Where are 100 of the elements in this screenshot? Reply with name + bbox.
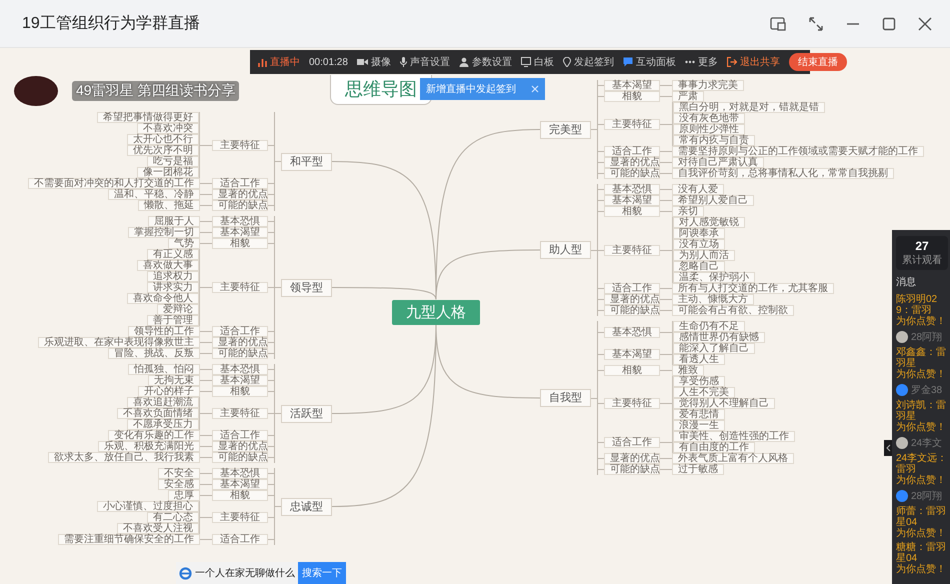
mindmap-node: 觉得别人不理解自己 <box>673 398 775 409</box>
mindmap-node: 过于敏感 <box>672 464 724 475</box>
branch-node: 助人型 <box>540 241 591 259</box>
mindmap-node: 有正义感 <box>147 249 199 260</box>
mindmap-node: 适合工作 <box>212 178 268 189</box>
mindmap-node: 显著的优点 <box>212 441 268 452</box>
mindmap-node: 有二心态 <box>147 512 199 523</box>
search-field[interactable]: 一个人在家无聊做什么 <box>195 566 295 580</box>
presenter-name: 49雷羽星 第四组读书分享 <box>72 81 240 101</box>
mindmap-node: 相貌 <box>212 386 268 397</box>
mindmap-node: 需要注重细节确保安全的工作 <box>58 534 200 545</box>
mindmap-node: 需要坚持原则与公正的工作领域或需要天赋才能的工作 <box>672 146 924 157</box>
location-pin-icon <box>562 57 571 67</box>
avatar <box>896 331 908 343</box>
mindmap-node: 忽略自己 <box>673 261 725 272</box>
search-button[interactable]: 搜索一下 <box>298 562 346 584</box>
mindmap-node: 温柔、保护弱小 <box>673 272 755 283</box>
mindmap-node: 自我评价苛刻，总将事情私人化，常常自我挑剔 <box>672 168 894 179</box>
viewer-name: 28阿翔 <box>911 490 942 503</box>
mindmap-node: 温和、平稳、冷静 <box>108 189 200 200</box>
toolbar-button[interactable]: 声音设置 <box>400 55 450 69</box>
avatar <box>14 76 58 106</box>
chat-heading: 消息 <box>896 276 917 289</box>
mindmap-node: 乐观进取、在家中表现得像救世主 <box>38 337 200 348</box>
mindmap-node: 原则性少弹性 <box>673 124 745 135</box>
mindmap-node: 不喜欢冲突 <box>137 123 199 134</box>
collapse-handle[interactable] <box>884 440 892 456</box>
mindmap-node: 怕孤独、怕闷 <box>128 364 200 375</box>
mindmap-node: 相貌 <box>212 490 268 501</box>
mindmap-node: 适合工作 <box>604 146 660 157</box>
mindmap-node: 追求权力 <box>147 271 199 282</box>
toolbar-button[interactable]: 摄像 <box>356 55 391 69</box>
mindmap-node: 主要特征 <box>604 398 660 409</box>
mindmap-node: 生命仍有不足 <box>673 321 745 332</box>
mindmap-node: 开心的样子 <box>138 386 200 397</box>
maximize-icon[interactable] <box>882 16 896 30</box>
mindmap-node: 忠厚 <box>168 490 200 501</box>
exit-share-button[interactable]: 退出共享 <box>726 55 780 69</box>
browser-icon <box>179 566 192 580</box>
viewer-label: 累计观看 <box>902 254 942 267</box>
mindmap-node: 可能的缺点 <box>212 200 268 211</box>
mindmap-node: 可能的缺点 <box>212 348 268 359</box>
mindmap-node: 希望把事情做得更好 <box>97 112 199 123</box>
mindmap-node: 掌握控制一切 <box>128 227 200 238</box>
mindmap-node: 气势 <box>168 238 200 249</box>
mindmap-node: 对待自己严肃认真 <box>672 157 764 168</box>
mindmap-node: 主要特征 <box>604 118 660 130</box>
end-live-button[interactable]: 结束直播 <box>788 53 847 71</box>
exit-icon <box>726 57 737 67</box>
mindmap-node: 可能的缺点 <box>604 464 660 475</box>
toolbar-button[interactable]: 互动面板 <box>622 55 676 69</box>
mindmap-node: 看透人生 <box>673 354 725 365</box>
mindmap-node: 相貌 <box>604 91 660 102</box>
mindmap-node: 显著的优点 <box>604 453 660 464</box>
toolbar-button[interactable]: 发起签到 <box>562 55 614 69</box>
mindmap-node: 黑白分明，对就是对，错就是错 <box>673 102 825 113</box>
mindmap-node: 冒险、挑战、反叛 <box>108 348 200 359</box>
mindmap-node: 吃亏是福 <box>147 156 199 167</box>
mindmap-node: 太开心也不行 <box>127 134 199 145</box>
toolbar-button[interactable]: 更多 <box>684 55 718 69</box>
mindmap-node: 显著的优点 <box>212 189 268 200</box>
mindmap-node: 可能的缺点 <box>604 305 660 316</box>
chat-message: 陈羽明029：雷羽 为你点赞！ <box>896 294 947 327</box>
mindmap-node: 感情世界仍有缺憾 <box>673 332 765 343</box>
close-icon[interactable] <box>918 16 932 30</box>
live-timer: 00:01:28 <box>309 56 348 68</box>
branch-node: 自我型 <box>540 389 591 407</box>
fullscreen-icon[interactable] <box>808 16 824 32</box>
viewer-count: 27 <box>915 239 929 253</box>
mindmap-node: 没有人爱 <box>672 184 724 195</box>
mindmap-node: 主要特征 <box>212 140 268 150</box>
mindmap-node: 优先次序不明 <box>127 145 199 156</box>
mindmap-node: 基本渴望 <box>212 375 268 386</box>
chat-icon <box>622 57 633 67</box>
mindmap-node: 亲切 <box>672 206 704 217</box>
mindmap-node: 事事力求完美 <box>672 80 744 91</box>
mindmap-node: 有自由度的工作 <box>673 442 755 453</box>
mindmap-node: 严肃 <box>672 91 704 102</box>
mindmap-node: 显著的优点 <box>212 337 268 348</box>
mindmap-node: 审美性、创造性强的工作 <box>673 431 795 442</box>
mindmap-node: 相貌 <box>604 365 660 376</box>
mindmap-node: 希望别人爱自己 <box>672 195 754 206</box>
mindmap-node: 适合工作 <box>604 283 660 294</box>
mindmap-node: 浪漫一生 <box>673 420 725 431</box>
toolbar-button[interactable]: 参数设置 <box>458 55 512 69</box>
branch-node: 忠诚型 <box>281 498 332 516</box>
branch-node: 和平型 <box>281 152 332 170</box>
mindmap-node: 基本渴望 <box>212 227 268 238</box>
mindmap-node: 基本恐惧 <box>604 184 660 195</box>
popout-icon[interactable] <box>770 16 786 30</box>
mindmap-node: 领导性的工作 <box>128 326 200 337</box>
window-title: 19工管组织行为学群直播 <box>22 14 200 34</box>
toolbar-button[interactable]: 白板 <box>520 55 554 69</box>
mindmap-node: 适合工作 <box>604 436 660 448</box>
mindmap-node: 变化有乐趣的工作 <box>108 430 200 441</box>
mindmap-node: 乐观、积极充满阳光 <box>98 441 200 452</box>
viewer-name: 24李文 <box>911 436 942 450</box>
person-icon <box>458 57 469 67</box>
mindmap-node: 安全感 <box>158 479 200 490</box>
mindmap-node: 主要特征 <box>212 408 268 419</box>
